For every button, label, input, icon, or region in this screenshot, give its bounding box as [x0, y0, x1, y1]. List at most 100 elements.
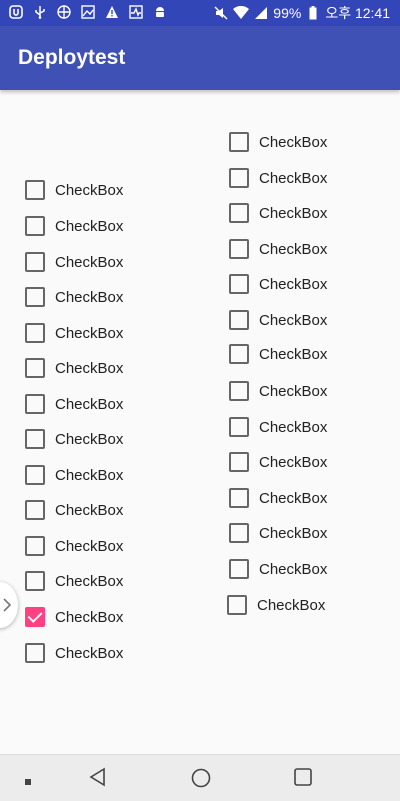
- checkbox-label: CheckBox: [55, 608, 124, 626]
- checkbox-label: CheckBox: [257, 596, 326, 614]
- status-bar: 99% 오후 12:41: [0, 0, 400, 26]
- right-checkbox-13[interactable]: CheckBox: [229, 557, 327, 581]
- checkbox-label: CheckBox: [55, 644, 124, 662]
- checkbox-label: CheckBox: [259, 453, 328, 471]
- checkbox-unchecked-icon[interactable]: [25, 216, 45, 236]
- checkbox-unchecked-icon[interactable]: [229, 203, 249, 223]
- square-dot-icon[interactable]: [24, 773, 32, 791]
- u-icon: [8, 4, 24, 20]
- left-checkbox-7[interactable]: CheckBox: [25, 392, 123, 416]
- notification-icons: [8, 4, 168, 20]
- checkbox-unchecked-icon[interactable]: [229, 239, 249, 259]
- checkbox-unchecked-icon[interactable]: [229, 168, 249, 188]
- left-checkbox-2[interactable]: CheckBox: [25, 214, 123, 238]
- wifi-icon: [233, 5, 250, 21]
- system-status: 99% 오후 12:41: [213, 3, 390, 23]
- app-title: Deploytest: [18, 46, 126, 69]
- right-checkbox-7[interactable]: CheckBox: [229, 342, 327, 366]
- checkbox-label: CheckBox: [259, 524, 328, 542]
- left-checkbox-13[interactable]: CheckBox: [25, 605, 123, 629]
- checkbox-unchecked-icon[interactable]: [25, 429, 45, 449]
- checkbox-checked-icon[interactable]: [25, 607, 45, 627]
- checkbox-label: CheckBox: [259, 489, 328, 507]
- checkbox-unchecked-icon[interactable]: [25, 536, 45, 556]
- checkbox-unchecked-icon[interactable]: [25, 287, 45, 307]
- battery-percent: 99%: [273, 5, 302, 21]
- left-checkbox-3[interactable]: CheckBox: [25, 250, 123, 274]
- left-checkbox-11[interactable]: CheckBox: [25, 534, 123, 558]
- checkbox-label: CheckBox: [55, 181, 124, 199]
- left-checkbox-12[interactable]: CheckBox: [25, 569, 123, 593]
- right-checkbox-4[interactable]: CheckBox: [229, 237, 327, 261]
- right-checkbox-3[interactable]: CheckBox: [229, 201, 327, 225]
- checkbox-unchecked-icon[interactable]: [25, 180, 45, 200]
- mute-icon: [213, 5, 229, 21]
- left-checkbox-6[interactable]: CheckBox: [25, 356, 123, 380]
- checkbox-unchecked-icon[interactable]: [25, 500, 45, 520]
- pinwheel-icon: [56, 4, 72, 20]
- left-checkbox-14[interactable]: CheckBox: [25, 641, 123, 665]
- right-checkbox-11[interactable]: CheckBox: [229, 486, 327, 510]
- checkbox-unchecked-icon[interactable]: [229, 132, 249, 152]
- checkbox-unchecked-icon[interactable]: [25, 571, 45, 591]
- checkbox-label: CheckBox: [55, 430, 124, 448]
- app-bar: Deploytest: [0, 26, 400, 90]
- checkbox-label: CheckBox: [55, 501, 124, 519]
- checkbox-label: CheckBox: [55, 288, 124, 306]
- right-checkbox-6[interactable]: CheckBox: [229, 308, 327, 332]
- checkbox-label: CheckBox: [55, 324, 124, 342]
- checkbox-label: CheckBox: [259, 275, 328, 293]
- checkbox-label: CheckBox: [259, 204, 328, 222]
- left-checkbox-4[interactable]: CheckBox: [25, 285, 123, 309]
- right-checkbox-10[interactable]: CheckBox: [229, 450, 327, 474]
- checkbox-label: CheckBox: [55, 253, 124, 271]
- left-checkbox-1[interactable]: CheckBox: [25, 178, 123, 202]
- checkbox-unchecked-icon[interactable]: [229, 488, 249, 508]
- right-checkbox-2[interactable]: CheckBox: [229, 166, 327, 190]
- left-checkbox-10[interactable]: CheckBox: [25, 498, 123, 522]
- right-checkbox-1[interactable]: CheckBox: [229, 130, 327, 154]
- checkbox-unchecked-icon[interactable]: [229, 344, 249, 364]
- right-checkbox-9[interactable]: CheckBox: [229, 415, 327, 439]
- checkbox-unchecked-icon[interactable]: [229, 381, 249, 401]
- right-checkbox-5[interactable]: CheckBox: [229, 272, 327, 296]
- checkbox-unchecked-icon[interactable]: [25, 394, 45, 414]
- right-checkbox-12[interactable]: CheckBox: [229, 521, 327, 545]
- checkbox-label: CheckBox: [55, 537, 124, 555]
- checkbox-unchecked-icon[interactable]: [229, 417, 249, 437]
- checkbox-unchecked-icon[interactable]: [25, 252, 45, 272]
- checkbox-label: CheckBox: [55, 395, 124, 413]
- android-icon: [152, 4, 168, 20]
- checkbox-unchecked-icon[interactable]: [229, 274, 249, 294]
- signal-icon: [253, 5, 269, 21]
- pulse-icon: [128, 4, 144, 20]
- navigation-bar: [0, 754, 400, 801]
- checkbox-label: CheckBox: [55, 359, 124, 377]
- left-checkbox-8[interactable]: CheckBox: [25, 427, 123, 451]
- checkbox-label: CheckBox: [55, 217, 124, 235]
- checkbox-label: CheckBox: [259, 133, 328, 151]
- warning-icon: [104, 4, 120, 20]
- checkbox-unchecked-icon[interactable]: [229, 452, 249, 472]
- checkbox-unchecked-icon[interactable]: [229, 310, 249, 330]
- checkbox-unchecked-icon[interactable]: [229, 523, 249, 543]
- checkbox-unchecked-icon[interactable]: [25, 465, 45, 485]
- checkbox-unchecked-icon[interactable]: [227, 595, 247, 615]
- right-checkbox-8[interactable]: CheckBox: [229, 379, 327, 403]
- home-icon[interactable]: [190, 767, 212, 794]
- checkbox-label: CheckBox: [259, 311, 328, 329]
- checkbox-unchecked-icon[interactable]: [25, 358, 45, 378]
- right-checkbox-14[interactable]: CheckBox: [227, 593, 325, 617]
- checkbox-unchecked-icon[interactable]: [25, 323, 45, 343]
- back-icon[interactable]: [88, 767, 108, 792]
- left-checkbox-5[interactable]: CheckBox: [25, 321, 123, 345]
- checkbox-unchecked-icon[interactable]: [229, 559, 249, 579]
- chevron-right-icon: [3, 598, 12, 612]
- checkbox-label: CheckBox: [259, 240, 328, 258]
- checkbox-unchecked-icon[interactable]: [25, 643, 45, 663]
- checkbox-label: CheckBox: [259, 169, 328, 187]
- side-drawer-handle[interactable]: [0, 582, 18, 628]
- recents-icon[interactable]: [293, 767, 313, 792]
- clock: 오후 12:41: [325, 5, 390, 21]
- left-checkbox-9[interactable]: CheckBox: [25, 463, 123, 487]
